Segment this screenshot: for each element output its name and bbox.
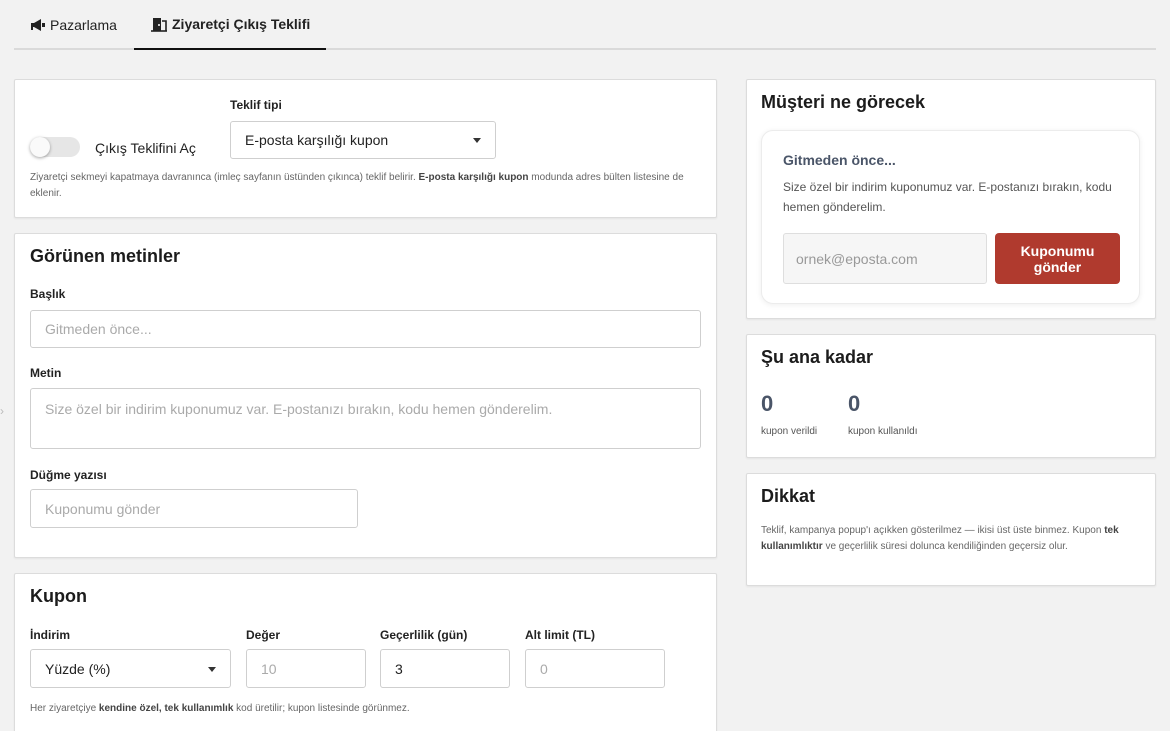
chevron-right-icon[interactable]: › [0, 404, 4, 418]
popup-title: Gitmeden önce... [783, 152, 896, 168]
customer-preview-card: Müşteri ne görecek Gitmeden önce... Size… [746, 79, 1156, 319]
tab-bar: Pazarlama Ziyaretçi Çıkış Teklifi [14, 0, 1156, 50]
min-limit-label: Alt limit (TL) [525, 628, 595, 642]
issued-count: 0 [761, 391, 774, 416]
used-label: kupon kullanıldı [848, 426, 918, 437]
used-count: 0 [848, 391, 861, 416]
coupon-help-text: Her ziyaretçiye kendine özel, tek kullan… [30, 703, 410, 714]
offer-type-value: E-posta karşılığı kupon [245, 132, 389, 148]
discount-label: İndirim [30, 628, 71, 642]
notice-title: Dikkat [761, 486, 816, 506]
chevron-down-icon [473, 138, 481, 143]
amount-label: Değer [246, 628, 281, 642]
notice-card: Dikkat Teklif, kampanya popup'ı açıkken … [746, 473, 1156, 586]
offer-toggle[interactable] [30, 137, 80, 157]
button-text-label: Düğme yazısı [30, 468, 107, 482]
validity-label: Geçerlilik (gün) [380, 628, 468, 642]
discount-type-select[interactable]: Yüzde (%) [30, 649, 231, 688]
offer-type-label: Teklif tipi [230, 98, 282, 112]
popup-body: Size özel bir indirim kuponumuz var. E-p… [783, 180, 1112, 214]
chevron-down-icon [208, 666, 216, 672]
offer-help-text: Ziyaretçi sekmeyi kapatmaya davranınca (… [30, 172, 684, 199]
tab-ziyaretci-cikis-teklifi[interactable]: Ziyaretçi Çıkış Teklifi [134, 0, 327, 50]
stats-title: Şu ana kadar [761, 347, 874, 367]
email-input[interactable]: ornek@eposta.com [783, 233, 987, 284]
heading-input[interactable]: Gitmeden önce... [30, 310, 701, 348]
notice-text: Teklif, kampanya popup'ı açıkken gösteri… [761, 525, 1119, 552]
offer-toggle-label: Çıkış Teklifini Aç [95, 140, 196, 156]
amount-input[interactable]: 10 [246, 649, 366, 688]
offer-settings-card: Çıkış Teklifini Aç Teklif tipi E-posta k… [14, 79, 717, 218]
door-exit-icon [150, 17, 168, 32]
min-limit-input[interactable]: 0 [525, 649, 665, 688]
discount-type-value: Yüzde (%) [45, 660, 111, 677]
preview-title: Müşteri ne görecek [761, 92, 926, 112]
send-coupon-button[interactable]: Kuponumu gönder [995, 233, 1120, 284]
issued-label: kupon verildi [761, 426, 818, 437]
toggle-knob [30, 137, 50, 157]
tab-label: Pazarlama [50, 17, 117, 33]
megaphone-icon [30, 18, 46, 32]
exit-popup-preview: Gitmeden önce... Size özel bir indirim k… [761, 130, 1140, 304]
body-textarea[interactable]: Size özel bir indirim kuponumuz var. E-p… [30, 388, 701, 449]
coupon-card: Kupon İndirim Yüzde (%) Değer 10 Geçerli… [14, 573, 717, 731]
coupon-title: Kupon [30, 586, 87, 606]
validity-input[interactable]: 3 [380, 649, 510, 688]
button-text-input[interactable]: Kuponumu gönder [30, 489, 358, 528]
tab-pazarlama[interactable]: Pazarlama [30, 0, 117, 50]
heading-label: Başlık [30, 287, 66, 301]
offer-type-select[interactable]: E-posta karşılığı kupon [230, 121, 496, 159]
visible-texts-card: Görünen metinler Başlık Gitmeden önce...… [14, 233, 717, 558]
visible-texts-title: Görünen metinler [30, 246, 181, 266]
body-label: Metin [30, 366, 62, 380]
stats-card: Şu ana kadar 0 kupon verildi 0 kupon kul… [746, 334, 1156, 458]
tab-label: Ziyaretçi Çıkış Teklifi [172, 16, 311, 32]
